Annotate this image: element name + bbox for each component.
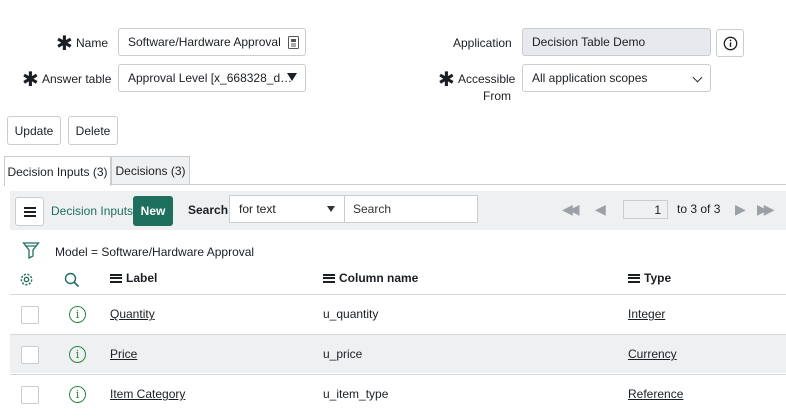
list-menu-button[interactable] [15,197,44,226]
answer-table-value: Approval Level [x_668328_d… [128,71,293,85]
row-label-link[interactable]: Price [110,347,137,361]
search-field-select[interactable]: for text [229,195,345,223]
gear-icon[interactable] [18,271,35,288]
row-type-link[interactable]: Reference [628,387,683,401]
page-input[interactable]: 1 [623,200,668,219]
row-checkbox[interactable] [21,306,39,324]
column-header-column-name[interactable]: Column name [323,271,418,285]
required-icon: ✱ [56,33,73,55]
name-field[interactable]: Software/Hardware Approval [118,28,306,56]
tab-decision-inputs[interactable]: Decision Inputs (3) [4,156,111,186]
application-value: Decision Table Demo [532,35,646,49]
search-field-value: for text [239,202,276,216]
info-icon[interactable]: i [69,306,86,323]
accessible-from-select[interactable]: All application scopes [522,64,711,92]
table-row: i Item Category u_item_type Reference [10,374,786,413]
accessible-label-line2: From [483,89,511,103]
application-label: Application [453,36,512,50]
list-title[interactable]: Decision Inputs [51,204,133,218]
info-button[interactable] [716,29,744,57]
tab-divider [4,184,786,185]
row-column-name: u_item_type [323,387,389,401]
application-field: Decision Table Demo [522,28,711,56]
search-label: Search [188,203,229,217]
row-label-link[interactable]: Item Category [110,387,185,401]
update-button[interactable]: Update [7,116,61,145]
last-page-icon[interactable]: ▶▶ [757,201,774,217]
info-icon[interactable]: i [69,386,86,403]
info-icon [723,36,738,51]
delete-button[interactable]: Delete [68,116,118,145]
tab-decisions[interactable]: Decisions (3) [111,156,190,185]
column-header-label-text: Label [126,271,158,285]
prev-page-icon[interactable]: ◀ [595,201,606,217]
row-column-name: u_quantity [323,307,379,321]
caret-down-icon [287,73,297,81]
answer-table-select[interactable]: Approval Level [x_668328_d… [118,64,306,92]
hamburger-icon [24,207,36,209]
column-menu-icon[interactable] [323,273,335,283]
column-menu-icon[interactable] [110,273,122,283]
answer-table-label: Answer table [42,72,112,86]
column-header-column-name-text: Column name [339,271,419,285]
row-column-name: u_price [323,347,363,361]
search-icon[interactable] [64,272,80,288]
row-type-link[interactable]: Currency [628,347,677,361]
accessible-label-line1: Accessible [458,72,516,86]
row-label-link[interactable]: Quantity [110,307,155,321]
new-button[interactable]: New [133,196,173,226]
chevron-down-icon [692,72,703,83]
column-header-type-text: Type [644,271,672,285]
required-icon: ✱ [22,69,39,91]
column-header-type[interactable]: Type [628,271,671,285]
name-value: Software/Hardware Approval [128,35,281,49]
document-icon[interactable] [288,36,299,49]
row-checkbox[interactable] [21,346,39,364]
column-menu-icon[interactable] [628,273,640,283]
hamburger-icon-line [24,211,36,213]
page-range: to 3 of 3 [677,202,721,216]
table-row: i Price u_price Currency [10,334,786,373]
filter-icon[interactable] [22,241,40,259]
required-icon: ✱ [438,69,455,91]
search-input[interactable]: Search [344,195,478,223]
next-page-icon[interactable]: ▶ [735,201,746,217]
accessible-value: All application scopes [532,71,648,85]
table-row: i Quantity u_quantity Integer [10,294,786,333]
row-checkbox[interactable] [21,386,39,404]
first-page-icon[interactable]: ◀◀ [562,201,579,217]
column-header-label[interactable]: Label [110,271,157,285]
name-label: Name [76,36,109,50]
hamburger-icon-line [24,215,36,217]
info-icon[interactable]: i [69,346,86,363]
caret-down-icon [327,206,335,212]
row-type-link[interactable]: Integer [628,307,665,321]
filter-breadcrumb[interactable]: Model = Software/Hardware Approval [55,245,254,259]
